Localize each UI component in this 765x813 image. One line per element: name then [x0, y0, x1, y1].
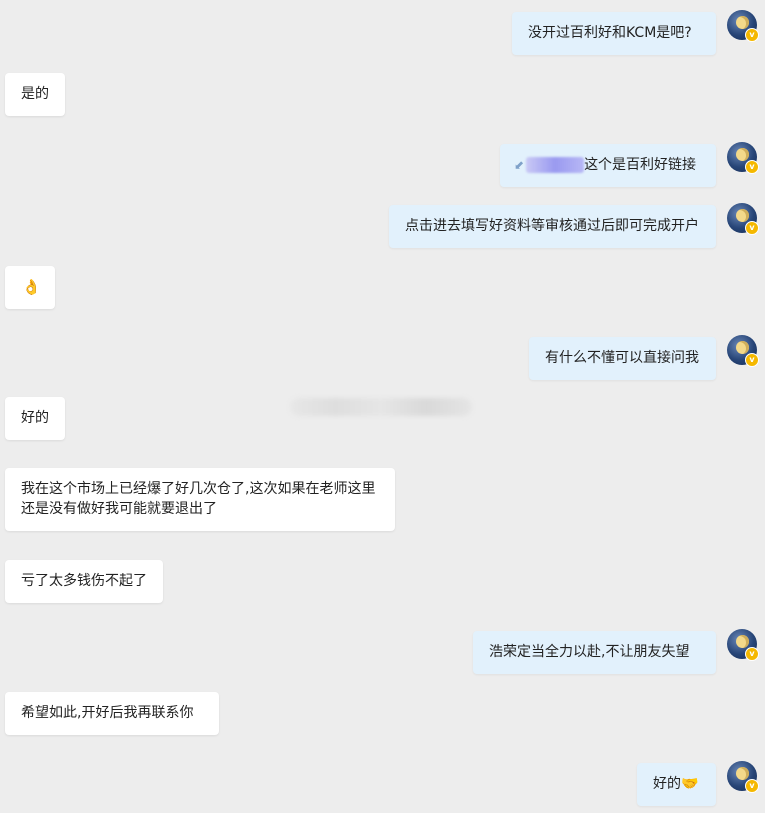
- message-text: 希望如此,开好后我再联系你: [21, 705, 194, 721]
- avatar[interactable]: v: [727, 335, 759, 367]
- message-text: 有什么不懂可以直接问我: [545, 350, 699, 366]
- moon-icon: [736, 341, 749, 354]
- message-bubble-outgoing[interactable]: 浩荣定当全力以赴,不让朋友失望: [473, 631, 716, 674]
- message-bubble-outgoing[interactable]: 点击进去填写好资料等审核通过后即可完成开户: [389, 205, 716, 248]
- chat-history: 没开过百利好和KCM是吧? v 是的 ⬋ 这个是百利好链接 v 点击进去填写好资料…: [0, 0, 765, 813]
- message-text: 亏了太多钱伤不起了: [21, 573, 147, 589]
- message-bubble-incoming[interactable]: 是的: [5, 73, 65, 116]
- message-text: 浩荣定当全力以赴,不让朋友失望: [489, 644, 690, 660]
- moon-icon: [736, 148, 749, 161]
- message-text: 没开过百利好和KCM是吧?: [528, 25, 692, 41]
- message-text: 好的: [21, 410, 49, 426]
- verified-badge-icon: v: [745, 221, 759, 235]
- message-bubble-outgoing[interactable]: 好的🤝: [637, 763, 716, 806]
- moon-icon: [736, 16, 749, 29]
- avatar[interactable]: v: [727, 203, 759, 235]
- message-text: 我在这个市场上已经爆了好几次仓了,这次如果在老师这里还是没有做好我可能就要退出了: [21, 481, 376, 517]
- verified-badge-icon: v: [745, 647, 759, 661]
- verified-badge-icon: v: [745, 353, 759, 367]
- message-text: 是的: [21, 86, 49, 102]
- avatar[interactable]: v: [727, 629, 759, 661]
- ok-hand-emoji-icon: 👌: [22, 278, 41, 296]
- message-text: 好的: [653, 776, 681, 792]
- message-bubble-outgoing[interactable]: 没开过百利好和KCM是吧?: [512, 12, 716, 55]
- moon-icon: [736, 209, 749, 222]
- verified-badge-icon: v: [745, 779, 759, 793]
- message-bubble-outgoing[interactable]: ⬋ 这个是百利好链接: [500, 144, 716, 187]
- avatar[interactable]: v: [727, 142, 759, 174]
- verified-badge-icon: v: [745, 160, 759, 174]
- message-text: 这个是百利好链接: [584, 157, 697, 173]
- verified-badge-icon: v: [745, 28, 759, 42]
- moon-icon: [736, 635, 749, 648]
- avatar[interactable]: v: [727, 10, 759, 42]
- message-bubble-incoming[interactable]: 👌: [5, 266, 55, 309]
- message-bubble-incoming[interactable]: 我在这个市场上已经爆了好几次仓了,这次如果在老师这里还是没有做好我可能就要退出了: [5, 468, 395, 531]
- message-bubble-incoming[interactable]: 希望如此,开好后我再联系你: [5, 692, 219, 735]
- avatar[interactable]: v: [727, 761, 759, 793]
- message-bubble-outgoing[interactable]: 有什么不懂可以直接问我: [529, 337, 716, 380]
- redacted-link[interactable]: [526, 157, 585, 173]
- link-icon: ⬋: [514, 158, 525, 172]
- message-text: 点击进去填写好资料等审核通过后即可完成开户: [405, 218, 699, 234]
- message-bubble-incoming[interactable]: 亏了太多钱伤不起了: [5, 560, 163, 603]
- handshake-emoji-icon: 🤝: [681, 776, 699, 792]
- redacted-system-notice: [290, 398, 472, 416]
- message-bubble-incoming[interactable]: 好的: [5, 397, 65, 440]
- moon-icon: [736, 767, 749, 780]
